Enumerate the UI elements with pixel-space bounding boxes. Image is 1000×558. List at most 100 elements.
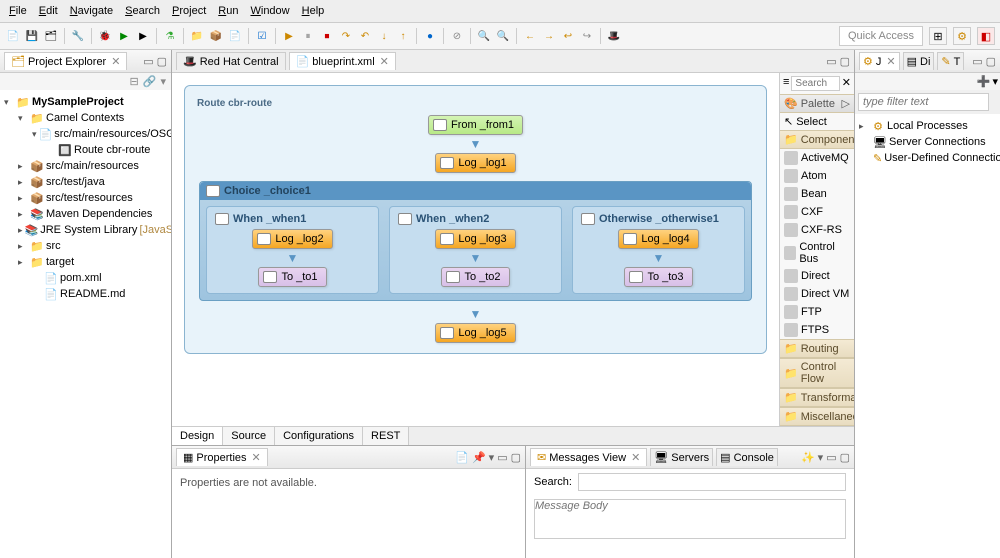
menu-icon[interactable]: ▾ — [992, 75, 998, 88]
minimize-icon[interactable]: ▭ — [826, 451, 836, 464]
choice-container[interactable]: Choice _choice1 When _when1 Log _log2 ▼ … — [199, 181, 752, 301]
palette-item[interactable]: CXF — [780, 203, 854, 221]
link-icon[interactable]: 🔗 — [143, 75, 157, 88]
tree-row-server[interactable]: 🖥Server Connections — [859, 134, 996, 150]
minimize-icon[interactable]: ▭ — [826, 55, 836, 68]
step-icon[interactable]: ↷ — [338, 28, 354, 44]
server-icon[interactable]: ⚗ — [162, 28, 178, 44]
nav-fwd-icon[interactable]: ↪ — [579, 28, 595, 44]
new-package-icon[interactable]: 📦 — [208, 28, 224, 44]
to1-node[interactable]: To _to1 — [258, 267, 326, 287]
properties-tab[interactable]: ▦ Properties ✕ — [176, 448, 268, 466]
expand-icon[interactable]: ▾ — [4, 97, 14, 108]
right-tab-di[interactable]: ▤Di — [903, 52, 935, 70]
quick-access[interactable]: Quick Access — [839, 26, 923, 46]
palette-item[interactable]: FTP — [780, 303, 854, 321]
servers-tab[interactable]: 🖥 Servers — [650, 448, 713, 466]
menu-window[interactable]: Window — [246, 3, 293, 19]
expand-icon[interactable]: ▸ — [18, 193, 28, 204]
close-icon[interactable]: ✕ — [380, 55, 389, 68]
menu-navigate[interactable]: Navigate — [66, 3, 117, 19]
expand-icon[interactable]: ▸ — [18, 257, 28, 268]
tree-row[interactable]: ▾📄src/main/resources/OSGI-IN — [4, 126, 167, 142]
log4-node[interactable]: Log _log4 — [618, 229, 698, 249]
expand-icon[interactable]: ▾ — [32, 129, 37, 140]
tree-row[interactable]: ▸📦src/test/java — [4, 174, 167, 190]
tree-row[interactable]: ▸📦src/test/resources — [4, 190, 167, 206]
build-icon[interactable]: 🔧 — [70, 28, 86, 44]
tree-row-local[interactable]: ▸⚙Local Processes — [859, 118, 996, 134]
search-icon[interactable]: 🔍 — [495, 28, 511, 44]
tab-rest[interactable]: REST — [363, 427, 409, 445]
debug-icon[interactable]: 🐞 — [97, 28, 113, 44]
wand-icon[interactable]: ✨ — [801, 451, 815, 464]
log3-node[interactable]: Log _log3 — [435, 229, 515, 249]
fuse-perspective-icon[interactable]: ⚙ — [953, 27, 971, 45]
menu-run[interactable]: Run — [214, 3, 242, 19]
close-icon[interactable]: ✕ — [886, 55, 895, 68]
editor-tab-blueprint[interactable]: 📄 blueprint.xml ✕ — [289, 52, 396, 70]
palette-components-list[interactable]: ActiveMQAtomBeanCXFCXF-RSControl BusDire… — [780, 149, 854, 339]
tab-source[interactable]: Source — [223, 427, 275, 445]
step-into-icon[interactable]: ↓ — [376, 28, 392, 44]
expand-icon[interactable]: ▸ — [18, 161, 28, 172]
pin-icon[interactable]: 📌 — [472, 451, 486, 464]
palette-item[interactable]: Direct VM — [780, 285, 854, 303]
palette-section-routing[interactable]: 📁Routing — [780, 339, 854, 358]
filter-input[interactable] — [858, 93, 989, 111]
menu-icon[interactable]: ≡ — [783, 76, 789, 91]
palette-header[interactable]: 🎨Palette▷ — [780, 94, 854, 113]
messages-search-input[interactable] — [578, 473, 846, 491]
tab-configurations[interactable]: Configurations — [275, 427, 363, 445]
collapse-icon[interactable]: ⊟ — [130, 75, 139, 88]
open-perspective-icon[interactable]: ⊞ — [929, 27, 947, 45]
messages-tab[interactable]: ✉ Messages View ✕ — [530, 448, 647, 466]
minimize-icon[interactable]: ▭ — [497, 451, 507, 464]
palette-item[interactable]: Atom — [780, 167, 854, 185]
palette-item[interactable]: CXF-RS — [780, 221, 854, 239]
nav-back-icon[interactable]: ↩ — [560, 28, 576, 44]
palette-item[interactable]: FTPS — [780, 321, 854, 339]
right-tab-t[interactable]: ✎T — [937, 52, 964, 70]
tree-row[interactable]: 📄README.md — [4, 286, 167, 302]
terminate-icon[interactable]: ⏹ — [319, 28, 335, 44]
menu-help[interactable]: Help — [298, 3, 329, 19]
log2-node[interactable]: Log _log2 — [252, 229, 332, 249]
maximize-icon[interactable]: ▢ — [986, 55, 996, 68]
palette-section-components[interactable]: 📁Components — [780, 130, 854, 149]
new-icon[interactable]: 📄 — [455, 451, 469, 464]
tree-row-user[interactable]: ✎User-Defined Connections — [859, 150, 996, 166]
expand-icon[interactable]: ▸ — [18, 225, 23, 236]
when1-box[interactable]: When _when1 Log _log2 ▼ To _to1 — [206, 206, 379, 294]
menu-icon[interactable]: ▾ — [489, 451, 495, 464]
minimize-icon[interactable]: ▭ — [972, 55, 982, 68]
expand-icon[interactable]: ▾ — [18, 113, 28, 124]
maximize-icon[interactable]: ▢ — [511, 451, 521, 464]
save-all-icon[interactable]: 🗂 — [43, 28, 59, 44]
menu-file[interactable]: File — [5, 3, 31, 19]
tree-row[interactable]: ▾📁MySampleProject — [4, 94, 167, 110]
palette-section-controlflow[interactable]: 📁Control Flow — [780, 358, 854, 388]
palette-item[interactable]: ActiveMQ — [780, 149, 854, 167]
save-icon[interactable]: 💾 — [24, 28, 40, 44]
task-icon[interactable]: ☑ — [254, 28, 270, 44]
maximize-icon[interactable]: ▢ — [157, 55, 167, 68]
when2-box[interactable]: When _when2 Log _log3 ▼ To _to2 — [389, 206, 562, 294]
console-tab[interactable]: ▤ Console — [716, 448, 778, 466]
toggle-bp-icon[interactable]: ● — [422, 28, 438, 44]
new-class-icon[interactable]: 📄 — [227, 28, 243, 44]
redhat-icon[interactable]: 🎩 — [606, 28, 622, 44]
back-icon[interactable]: ← — [522, 28, 538, 44]
tree-row[interactable]: ▸📦src/main/resources — [4, 158, 167, 174]
expand-icon[interactable]: ▸ — [18, 241, 28, 252]
close-icon[interactable]: ✕ — [252, 451, 261, 464]
run-icon[interactable]: ▶ — [116, 28, 132, 44]
route-canvas[interactable]: Route cbr-route From _from1 ▼ Log _log1 … — [172, 73, 779, 426]
palette-section-transformation[interactable]: 📁Transformation — [780, 388, 854, 407]
to3-node[interactable]: To _to3 — [624, 267, 692, 287]
close-icon[interactable]: ✕ — [631, 451, 640, 464]
menu-edit[interactable]: Edit — [35, 3, 62, 19]
tab-design[interactable]: Design — [172, 427, 223, 445]
palette-item[interactable]: Direct — [780, 267, 854, 285]
open-type-icon[interactable]: 🔍 — [476, 28, 492, 44]
